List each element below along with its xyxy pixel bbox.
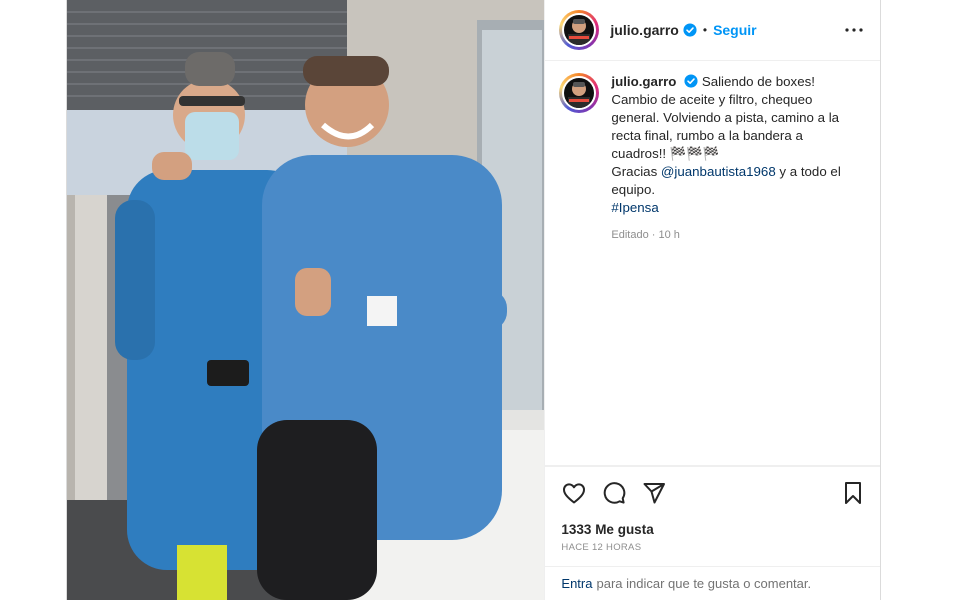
- likes-count[interactable]: 1333 Me gusta: [545, 518, 880, 540]
- caption-avatar-ring[interactable]: [559, 73, 600, 113]
- instagram-post: julio.garro • Seguir julio.garro Saliend…: [66, 0, 881, 600]
- post-photo[interactable]: [67, 0, 545, 600]
- share-icon[interactable]: [639, 478, 669, 508]
- action-bar: [545, 466, 880, 518]
- caption-thanks: Gracias: [611, 164, 661, 179]
- bookmark-icon[interactable]: [838, 478, 868, 508]
- separator-dot: •: [702, 23, 708, 37]
- verified-badge-icon: [684, 74, 698, 88]
- caption-area: julio.garro Saliendo de boxes! Cambio de…: [545, 61, 880, 466]
- avatar: [562, 76, 597, 110]
- more-options-icon[interactable]: [842, 18, 866, 42]
- post-time: HACE 12 HORAS: [561, 542, 642, 553]
- comment-bar: Entra para indicar que te gusta o coment…: [545, 566, 880, 600]
- avatar: [562, 13, 597, 47]
- follow-button[interactable]: Seguir: [713, 22, 757, 38]
- caption-body: julio.garro Saliendo de boxes! Cambio de…: [611, 73, 851, 453]
- login-link[interactable]: Entra: [561, 576, 592, 591]
- verified-badge-icon: [683, 23, 697, 37]
- post-header: julio.garro • Seguir: [545, 0, 880, 61]
- profile-avatar-ring[interactable]: [559, 10, 600, 50]
- comment-prompt: para indicar que te gusta o comentar.: [596, 576, 812, 591]
- hashtag-link[interactable]: #Ipensa: [611, 200, 658, 215]
- post-sidebar: julio.garro • Seguir julio.garro Saliend…: [544, 0, 880, 600]
- heart-icon[interactable]: [559, 478, 589, 508]
- mention-link[interactable]: @juanbautista1968: [661, 164, 776, 179]
- comment-icon[interactable]: [599, 478, 629, 508]
- photo-illustration: [67, 0, 545, 600]
- edited-timestamp: Editado · 10 h: [611, 229, 680, 241]
- caption-username[interactable]: julio.garro: [611, 74, 676, 89]
- header-username[interactable]: julio.garro: [610, 22, 678, 38]
